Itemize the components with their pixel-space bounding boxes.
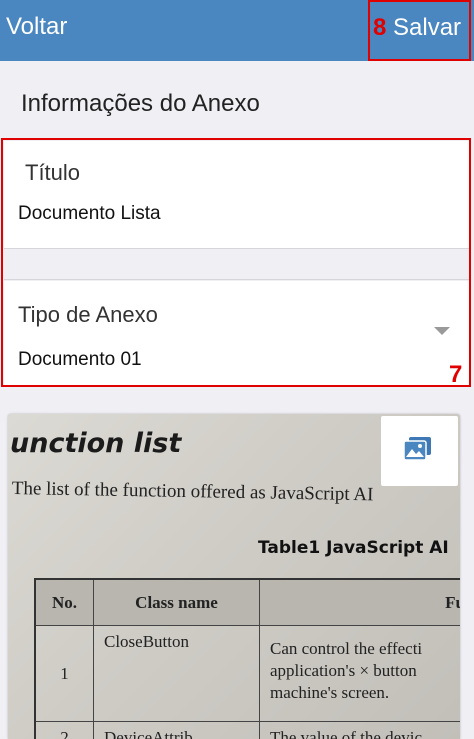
save-marker-number: 8 bbox=[373, 14, 387, 41]
document-text-line: The list of the function offered as Java… bbox=[11, 478, 374, 506]
table-cell: CloseButton bbox=[94, 626, 260, 722]
table-header-cell: No. bbox=[36, 580, 94, 626]
document-heading: unction list bbox=[10, 428, 182, 459]
image-icon bbox=[403, 437, 431, 461]
table-header-cell: Fu bbox=[260, 580, 460, 626]
back-button[interactable]: Voltar bbox=[6, 12, 67, 42]
table-cell-line: Can control the effecti bbox=[270, 639, 423, 658]
table-cell: 1 bbox=[36, 626, 94, 722]
table-cell: 2 bbox=[36, 722, 94, 739]
form-marker-number: 7 bbox=[449, 361, 463, 388]
table-cell: DeviceAttrib bbox=[94, 722, 260, 739]
form-highlight bbox=[1, 138, 471, 387]
table-header-cell: Class name bbox=[94, 580, 260, 626]
document-table-caption: Table1 JavaScript AI bbox=[258, 538, 449, 558]
table-cell: Can control the effecti application's × … bbox=[260, 626, 460, 722]
section-title: Informações do Anexo bbox=[21, 90, 260, 117]
document-table: No. Class name Fu 1 CloseButton Can cont… bbox=[34, 578, 460, 739]
table-cell-line: machine's screen. bbox=[270, 683, 390, 702]
attachment-preview[interactable]: unction list The list of the function of… bbox=[8, 414, 460, 739]
change-image-button[interactable] bbox=[381, 416, 458, 486]
table-cell-line: application's × button bbox=[270, 661, 417, 680]
save-button-highlight: 8 Salvar bbox=[368, 0, 471, 61]
save-button[interactable]: Salvar bbox=[393, 13, 461, 43]
table-cell: The value of the devic bbox=[260, 722, 460, 739]
